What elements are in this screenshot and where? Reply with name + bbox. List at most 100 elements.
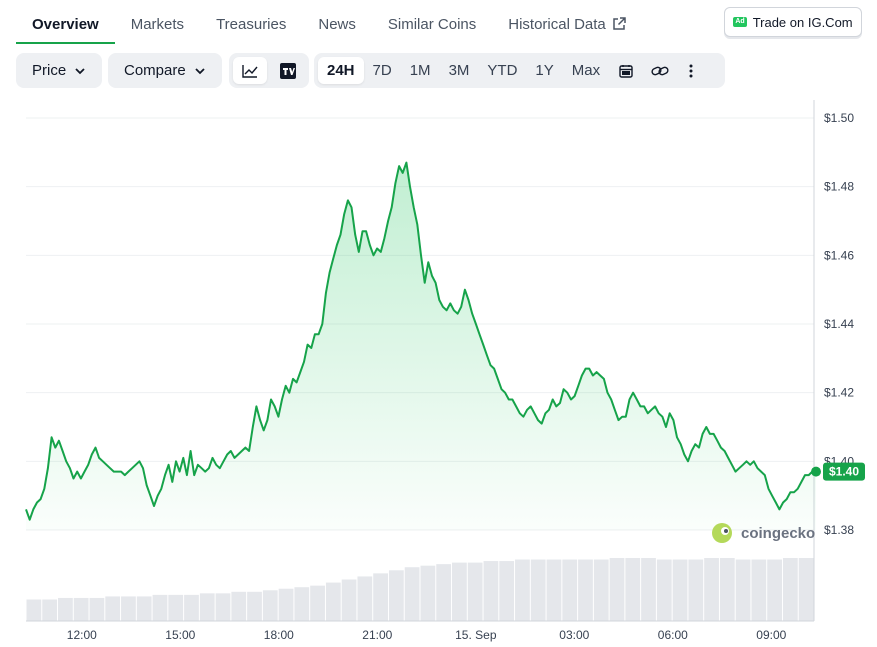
- tab-similar-coins-label: Similar Coins: [387, 16, 477, 33]
- tab-news-label: News: [318, 16, 356, 33]
- x-tick-label: 15. Sep: [455, 628, 497, 642]
- tab-markets-label: Markets: [130, 16, 185, 33]
- range-selector: 24H 7D 1M 3M YTD 1Y Max: [314, 53, 725, 88]
- volume-bar: [656, 559, 672, 621]
- range-24h[interactable]: 24H: [318, 57, 364, 84]
- tab-treasuries-label: Treasuries: [216, 16, 287, 33]
- volume-bar: [294, 587, 310, 621]
- volume-bar: [168, 594, 184, 621]
- volume-bar: [89, 597, 105, 621]
- y-tick-label: $1.42: [824, 386, 854, 400]
- coingecko-watermark-text: coingecko: [741, 525, 815, 542]
- volume-bar: [247, 591, 262, 621]
- volume-bar: [467, 562, 483, 621]
- tradingview-button[interactable]: [271, 57, 305, 84]
- volume-bar: [625, 558, 641, 621]
- volume-bar: [420, 565, 436, 621]
- trade-on-ig-label: Trade on IG.Com: [752, 14, 853, 30]
- volume-bar: [136, 596, 152, 621]
- volume-bar: [58, 597, 73, 621]
- coingecko-logo-icon: [712, 523, 732, 543]
- x-tick-label: 06:00: [658, 628, 688, 642]
- volume-bar: [404, 567, 420, 621]
- tab-markets[interactable]: Markets: [115, 0, 200, 44]
- volume-bar: [436, 564, 452, 621]
- x-axis: 12:00 15:00 18:00 21:00 15. Sep 03:00 06:00 09:…: [67, 628, 787, 642]
- y-tick-label: $1.48: [824, 180, 854, 194]
- volume-bar: [483, 561, 499, 621]
- volume-bar: [499, 561, 515, 621]
- volume-bar: [578, 559, 593, 621]
- volume-bar: [767, 559, 782, 621]
- range-max[interactable]: Max: [563, 57, 609, 84]
- last-price-label: $1.40: [829, 465, 859, 479]
- volume-bar: [152, 594, 168, 621]
- tab-bar: Overview Markets Treasuries News Similar…: [16, 0, 642, 44]
- chart-type-toggle: [229, 53, 309, 88]
- price-dropdown[interactable]: Price: [16, 53, 103, 88]
- tab-treasuries[interactable]: Treasuries: [200, 0, 302, 44]
- line-chart-button[interactable]: [233, 57, 267, 84]
- last-price-dot: [811, 466, 821, 477]
- calendar-icon: [619, 64, 633, 78]
- volume-bar: [515, 559, 530, 621]
- volume-bar: [641, 558, 656, 621]
- compare-dropdown[interactable]: Compare: [108, 53, 222, 88]
- x-tick-label: 21:00: [362, 628, 392, 642]
- tab-overview-label: Overview: [32, 16, 99, 33]
- external-link-icon: [613, 17, 626, 30]
- tab-similar-coins[interactable]: Similar Coins: [372, 0, 492, 44]
- tab-historical-data[interactable]: Historical Data: [492, 0, 642, 44]
- line-chart-icon: [242, 64, 258, 78]
- ad-badge: Ad: [733, 17, 747, 27]
- volume-bar: [215, 593, 231, 621]
- volume-bar: [530, 559, 546, 621]
- more-options-button[interactable]: [677, 57, 705, 84]
- last-price-marker: $1.40: [811, 462, 865, 481]
- volume-bar: [719, 558, 735, 621]
- volume-bar: [672, 559, 688, 621]
- tab-news[interactable]: News: [302, 0, 372, 44]
- compare-dropdown-label: Compare: [124, 62, 186, 79]
- chevron-down-icon: [195, 67, 205, 74]
- volume-bar: [262, 590, 278, 621]
- volume-bar: [325, 582, 341, 621]
- range-1m[interactable]: 1M: [401, 57, 440, 84]
- volume-bar: [735, 559, 751, 621]
- volume-bar: [452, 562, 467, 621]
- volume-bar: [73, 597, 89, 621]
- range-3m[interactable]: 3M: [440, 57, 479, 84]
- volume-bar: [688, 559, 704, 621]
- volume-bar: [782, 558, 798, 621]
- volume-bar: [562, 559, 578, 621]
- x-tick-label: 03:00: [559, 628, 589, 642]
- price-chart[interactable]: $1.50 $1.48 $1.46 $1.44 $1.42 $1.40 $1.38 12:0…: [0, 100, 877, 647]
- tradingview-icon: [280, 62, 296, 79]
- share-link-button[interactable]: [643, 57, 677, 84]
- y-tick-label: $1.46: [824, 248, 854, 262]
- x-tick-label: 09:00: [756, 628, 786, 642]
- tab-overview[interactable]: Overview: [16, 0, 115, 44]
- volume-bar: [278, 588, 294, 621]
- tab-historical-data-label: Historical Data: [508, 16, 606, 33]
- volume-bar: [184, 594, 199, 621]
- volume-bar: [341, 579, 357, 621]
- volume-bar: [105, 596, 121, 621]
- trade-on-ig-button[interactable]: Ad Trade on IG.Com: [724, 7, 862, 37]
- volume-bar: [121, 596, 136, 621]
- range-ytd[interactable]: YTD: [478, 57, 526, 84]
- calendar-button[interactable]: [609, 57, 643, 84]
- range-7d[interactable]: 7D: [364, 57, 401, 84]
- volume-bar: [798, 558, 814, 621]
- volume-bar: [231, 591, 247, 621]
- volume-bar: [704, 558, 719, 621]
- x-tick-label: 15:00: [165, 628, 195, 642]
- range-1y[interactable]: 1Y: [526, 57, 562, 84]
- volume-bar: [357, 576, 373, 621]
- volume-bar: [609, 558, 625, 621]
- volume-bar: [26, 599, 42, 621]
- y-tick-label: $1.50: [824, 111, 854, 125]
- volume-bar: [593, 559, 609, 621]
- y-tick-label: $1.44: [824, 317, 854, 331]
- x-tick-label: 18:00: [264, 628, 294, 642]
